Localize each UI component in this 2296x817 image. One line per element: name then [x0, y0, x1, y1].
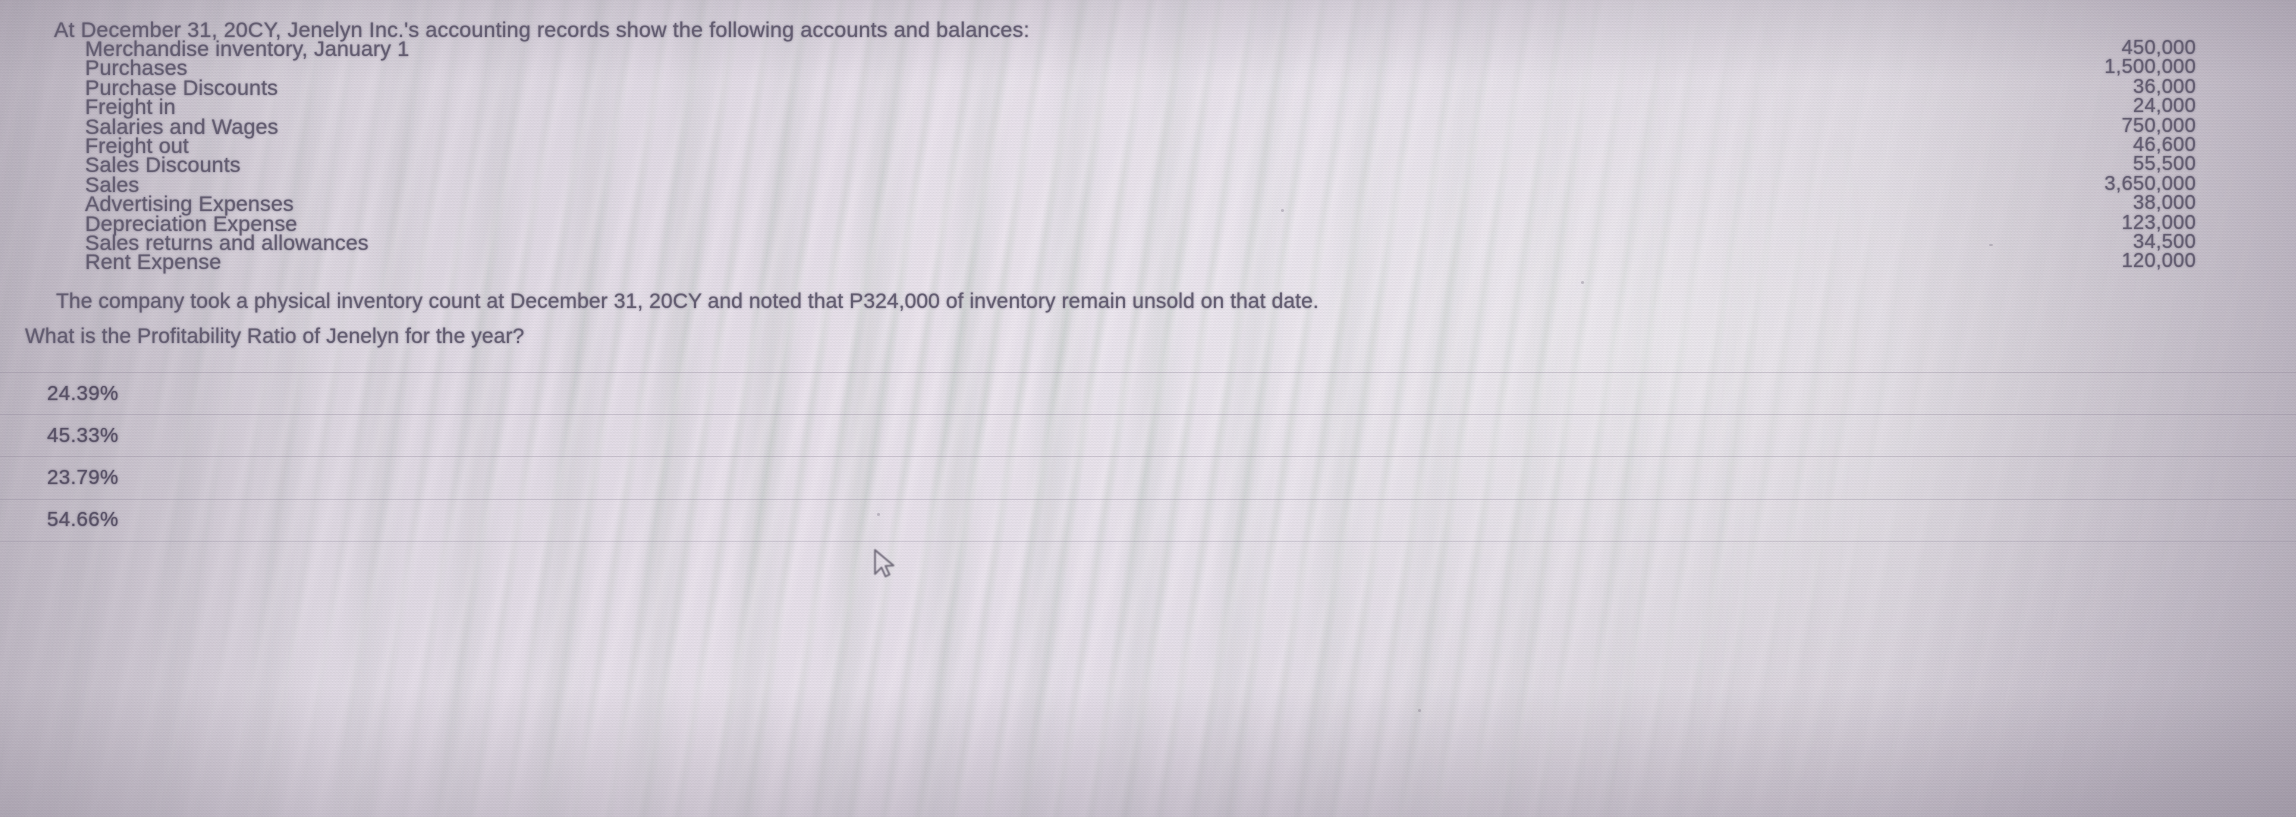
account-row: Sales returns and allowances 34,500: [0, 231, 2296, 255]
answer-choice-list: 24.39% 45.33% 23.79% 54.66%: [0, 372, 2296, 542]
account-row: Salaries and Wages 750,000: [0, 115, 2296, 139]
account-row: Rent Expense 120,000: [0, 250, 2296, 274]
answer-choice-label: 54.66%: [47, 508, 119, 532]
answer-choice-label: 45.33%: [47, 423, 119, 447]
photo-speck: [877, 513, 880, 516]
account-row: Purchases 1,500,000: [0, 56, 2296, 80]
answer-choice-label: 23.79%: [47, 465, 119, 489]
account-balances-list: Merchandise inventory, January 1 450,000 P…: [0, 37, 2296, 274]
photo-speck: [1281, 209, 1284, 212]
screen-photo: At December 31, 20CY, Jenelyn Inc.'s acc…: [0, 0, 2296, 817]
answer-choice-4[interactable]: 54.66%: [0, 498, 2296, 542]
quiz-content: At December 31, 20CY, Jenelyn Inc.'s acc…: [0, 0, 2296, 817]
account-amount: 120,000: [2121, 250, 2196, 273]
question-prompt-text: What is the Profitability Ratio of Jenel…: [25, 325, 525, 348]
account-row: Advertising Expenses 38,000: [0, 192, 2296, 216]
answer-choice-label: 24.39%: [47, 381, 119, 405]
account-row: Freight out 46,600: [0, 134, 2296, 158]
account-row: Depreciation Expense 123,000: [0, 212, 2296, 236]
photo-speck: [1989, 244, 1993, 246]
photo-speck: [1418, 709, 1421, 712]
answer-choice-2[interactable]: 45.33%: [0, 414, 2296, 456]
inventory-count-note: The company took a physical inventory co…: [56, 290, 1319, 313]
photo-speck: [1581, 281, 1584, 284]
mouse-cursor-arrow-icon: [874, 549, 895, 578]
answer-choice-1[interactable]: 24.39%: [0, 372, 2296, 414]
account-row: Freight in 24,000: [0, 95, 2296, 119]
account-row: Sales Discounts 55,500: [0, 153, 2296, 177]
account-row: Sales 3,650,000: [0, 173, 2296, 197]
answer-choice-3[interactable]: 23.79%: [0, 456, 2296, 498]
account-row: Merchandise inventory, January 1 450,000: [0, 37, 2296, 61]
account-label: Rent Expense: [85, 250, 222, 275]
account-row: Purchase Discounts 36,000: [0, 76, 2296, 100]
